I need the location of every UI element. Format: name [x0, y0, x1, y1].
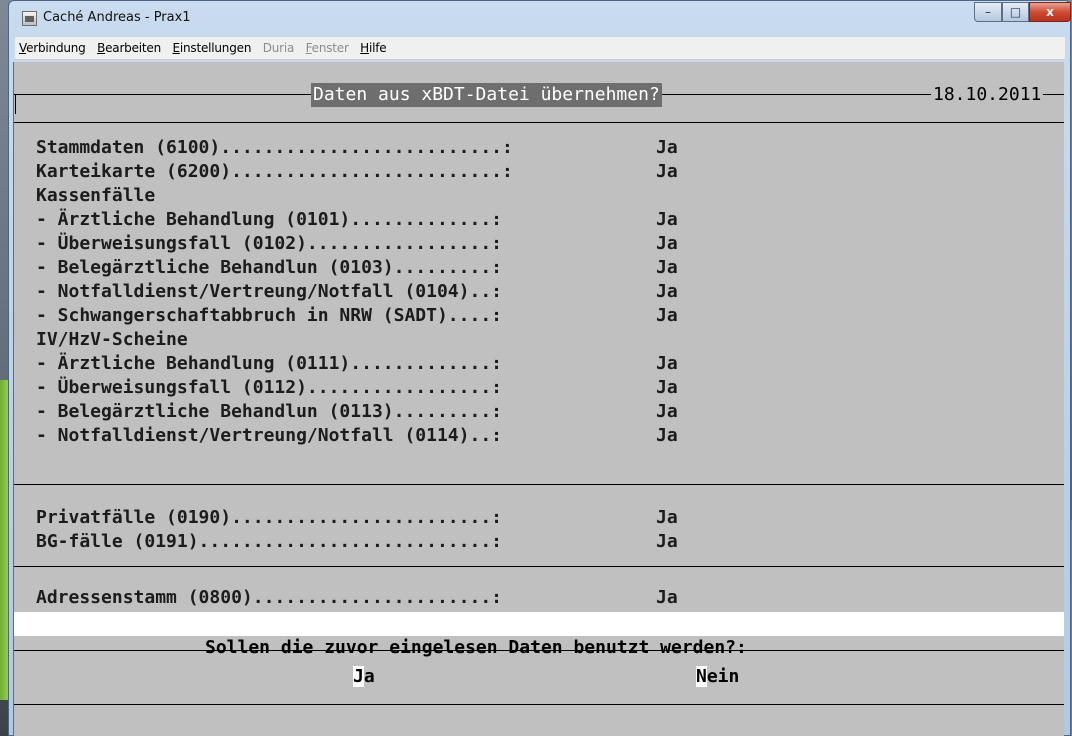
- field-label: Privatfälle (0190)......................…: [36, 507, 502, 528]
- field-row[interactable]: Privatfälle (0190)......................…: [36, 506, 678, 530]
- section-header: IV/HzV-Scheine: [36, 328, 656, 352]
- field-value[interactable]: Ja: [656, 137, 678, 158]
- close-button[interactable]: x: [1029, 2, 1071, 22]
- field-label: Stammdaten (6100).......................…: [36, 137, 513, 158]
- question-prompt: Sollen die zuvor eingelesen Daten benutz…: [14, 612, 1064, 658]
- field-value[interactable]: Ja: [656, 281, 678, 302]
- field-label: - Ärztliche Behandlung (0101)...........…: [36, 209, 502, 230]
- screen-title: Daten aus xBDT-Datei übernehmen?: [311, 83, 662, 107]
- field-label: BG-fälle (0191).........................…: [36, 531, 502, 552]
- field-row[interactable]: - Belegärztliche Behandlun (0103).......…: [36, 256, 678, 280]
- frame-left: [15, 94, 16, 114]
- terminal-screen: Daten aus xBDT-Datei übernehmen? 18.10.2…: [13, 62, 1064, 736]
- menu-hilfe[interactable]: Hilfe: [356, 37, 389, 55]
- app-icon[interactable]: [22, 11, 37, 26]
- field-value[interactable]: Ja: [656, 531, 678, 552]
- field-row[interactable]: Karteikarte (6200)......................…: [36, 160, 678, 184]
- field-value[interactable]: Ja: [656, 507, 678, 528]
- field-value[interactable]: Ja: [656, 377, 678, 398]
- field-row[interactable]: - Notfalldienst/Vertreung/Notfall (0104)…: [36, 280, 678, 304]
- field-row[interactable]: Stammdaten (6100).......................…: [36, 136, 678, 160]
- field-row[interactable]: - Schwangerschaftabbruch in NRW (SADT)..…: [36, 304, 678, 328]
- field-value[interactable]: Ja: [656, 425, 678, 446]
- divider: [14, 484, 1064, 485]
- field-label: Karteikarte (6200)......................…: [36, 161, 513, 182]
- minimize-button[interactable]: –: [974, 2, 1002, 22]
- field-label: - Notfalldienst/Vertreung/Notfall (0114)…: [36, 425, 502, 446]
- menu-fenster[interactable]: Fenster: [302, 37, 352, 55]
- field-row[interactable]: - Überweisungsfall (0112)...............…: [36, 376, 678, 400]
- divider: [14, 650, 1064, 651]
- window-title: Caché Andreas - Prax1: [43, 10, 191, 25]
- section-header: Kassenfälle: [36, 184, 656, 208]
- field-value[interactable]: Ja: [656, 353, 678, 374]
- field-row[interactable]: - Notfalldienst/Vertreung/Notfall (0114)…: [36, 424, 678, 448]
- field-row[interactable]: Adressenstamm (0800)....................…: [36, 586, 678, 610]
- menu-bar: Verbindung Bearbeiten Einstellungen Duri…: [15, 37, 1065, 60]
- field-value[interactable]: Ja: [656, 587, 678, 608]
- title-bar[interactable]: Caché Andreas - Prax1 – □ x: [9, 1, 1071, 37]
- field-label: - Belegärztliche Behandlun (0103).......…: [36, 257, 502, 278]
- divider: [14, 122, 1064, 123]
- field-value[interactable]: Ja: [656, 209, 678, 230]
- field-value[interactable]: Ja: [656, 233, 678, 254]
- field-value[interactable]: Ja: [656, 305, 678, 326]
- field-label: - Belegärztliche Behandlun (0113).......…: [36, 401, 502, 422]
- field-label: - Überweisungsfall (0112)...............…: [36, 377, 502, 398]
- field-label: - Ärztliche Behandlung (0111)...........…: [36, 353, 502, 374]
- field-label: IV/HzV-Scheine: [36, 329, 188, 350]
- field-row[interactable]: - Überweisungsfall (0102)...............…: [36, 232, 678, 256]
- field-row[interactable]: - Belegärztliche Behandlun (0113).......…: [36, 400, 678, 424]
- field-value[interactable]: Ja: [656, 161, 678, 182]
- field-label: Adressenstamm (0800)....................…: [36, 587, 502, 608]
- divider: [14, 566, 1064, 567]
- field-label: - Notfalldienst/Vertreung/Notfall (0104)…: [36, 281, 502, 302]
- divider: [14, 704, 1064, 705]
- field-value[interactable]: Ja: [656, 401, 678, 422]
- field-row[interactable]: BG-fälle (0191).........................…: [36, 530, 678, 554]
- field-value[interactable]: Ja: [656, 257, 678, 278]
- menu-verbindung[interactable]: Verbindung: [15, 37, 89, 55]
- field-label: - Überweisungsfall (0102)...............…: [36, 233, 502, 254]
- field-label: - Schwangerschaftabbruch in NRW (SADT)..…: [36, 305, 502, 326]
- no-button[interactable]: Nein: [694, 664, 741, 689]
- maximize-button[interactable]: □: [1002, 2, 1029, 22]
- field-row[interactable]: - Ärztliche Behandlung (0101)...........…: [36, 208, 678, 232]
- field-row[interactable]: - Ärztliche Behandlung (0111)...........…: [36, 352, 678, 376]
- yes-button[interactable]: Ja: [351, 664, 377, 689]
- screen-date: 18.10.2011: [931, 83, 1044, 107]
- menu-bearbeiten[interactable]: Bearbeiten: [93, 37, 164, 55]
- field-label: Kassenfälle: [36, 185, 156, 206]
- menu-einstellungen[interactable]: Einstellungen: [168, 37, 254, 55]
- menu-duria[interactable]: Duria: [259, 37, 297, 55]
